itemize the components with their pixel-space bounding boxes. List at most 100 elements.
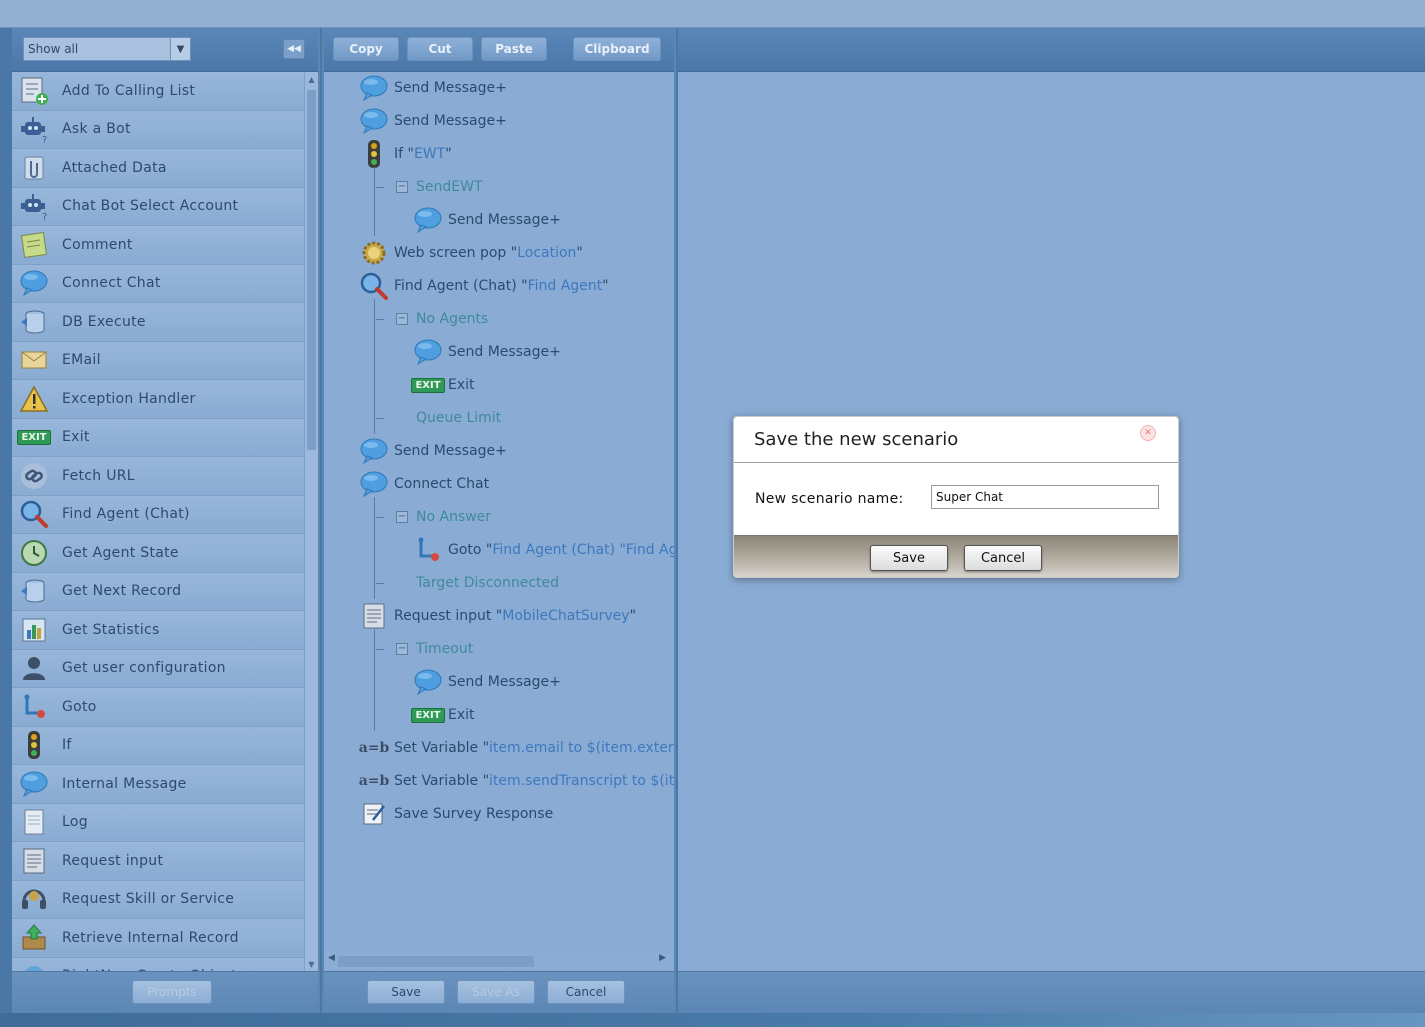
palette-item-label: Get user configuration [62,660,226,677]
save-as-button[interactable]: Save As [457,980,535,1004]
tree-node[interactable]: EXIT Exit [411,700,475,730]
note-icon [12,230,56,260]
tree-node[interactable]: If " EWT " [358,139,452,169]
tree-node[interactable]: Send Message+ [412,667,561,697]
palette-item[interactable]: Request input [12,842,304,881]
scroll-left-arrow-icon[interactable]: ◀ [328,953,335,963]
palette-item[interactable]: Comment [12,226,304,265]
palette-item[interactable]: Retrieve Internal Record [12,919,304,958]
scroll-down-arrow-icon[interactable]: ▼ [305,957,318,971]
headset-icon [12,884,56,914]
palette-scrollbar[interactable]: ▲ ▼ [304,72,318,971]
palette-item[interactable]: Get user configuration [12,649,304,688]
tree-node[interactable]: Send Message+ [358,106,507,136]
palette-item[interactable]: Log [12,803,304,842]
tree-node[interactable]: a=b Set Variable " item.sendTranscript to … [358,766,674,796]
chevron-down-icon[interactable]: ▼ [170,38,190,60]
palette-item[interactable]: Connect Chat [12,264,304,303]
palette-item[interactable]: Get Next Record [12,572,304,611]
scroll-thumb[interactable] [338,956,534,967]
tree-connector [374,299,375,434]
tree-node[interactable]: Send Message+ [412,205,561,235]
tree-branch[interactable]: − Timeout [396,634,473,664]
palette-item-label: Request input [62,852,164,869]
speech-bubble-icon [358,106,390,136]
palette-item[interactable]: ? Chat Bot Select Account [12,187,304,226]
palette-item[interactable]: Goto [12,688,304,727]
exit-icon: EXIT [12,429,56,445]
node-argument: MobileChatSurvey [502,608,630,624]
scroll-right-arrow-icon[interactable]: ▶ [659,953,666,963]
survey-icon [358,799,390,829]
tree-footer: Save Save As Cancel [324,971,674,1013]
tree-node[interactable]: Connect Chat [358,469,489,499]
palette-item[interactable]: ? Ask a Bot [12,110,304,149]
tree-node[interactable]: Send Message+ [358,73,507,103]
dialog-save-button[interactable]: Save [870,545,948,571]
palette-item[interactable]: Get Agent State [12,534,304,573]
scroll-thumb[interactable] [307,90,316,450]
collapse-toggle-icon[interactable]: − [396,511,408,523]
palette-item[interactable]: Exception Handler [12,380,304,419]
palette-item[interactable]: Add To Calling List [12,72,304,111]
prompts-button[interactable]: Prompts [132,980,212,1004]
palette-item-label: Goto [62,698,97,715]
collapse-toggle-icon[interactable]: − [396,313,408,325]
palette-item-label: Attached Data [62,159,167,176]
tree-node[interactable]: Send Message+ [412,337,561,367]
scroll-up-arrow-icon[interactable]: ▲ [305,72,318,86]
dialog-cancel-button[interactable]: Cancel [964,545,1042,571]
palette-item-label: Retrieve Internal Record [62,929,239,946]
cancel-button[interactable]: Cancel [547,980,625,1004]
paste-button[interactable]: Paste [481,37,547,61]
palette-item-label: DB Execute [62,313,146,330]
tree-node[interactable]: Goto " Find Agent (Chat) "Find Ag [412,535,674,565]
tree-horizontal-scrollbar[interactable]: ◀ ▶ [326,953,672,969]
tree-branch[interactable]: Queue Limit [396,403,501,433]
copy-button[interactable]: Copy [333,37,399,61]
tree-branch[interactable]: − No Answer [396,502,491,532]
clipboard-button[interactable]: Clipboard [573,37,661,61]
tree-node[interactable]: Web screen pop " Location " [358,238,583,268]
node-label: If " [394,146,414,162]
tree-node[interactable]: Find Agent (Chat) " Find Agent " [358,271,609,301]
tree-node[interactable]: Send Message+ [358,436,507,466]
tree-node[interactable]: Save Survey Response [358,799,553,829]
palette-item[interactable]: Attached Data [12,149,304,188]
close-icon[interactable]: ✕ [1140,425,1156,441]
palette-item[interactable]: RightNow Create Object [12,957,304,971]
filter-select[interactable]: Show all ▼ [23,37,191,61]
tree-node[interactable]: EXIT Exit [411,370,475,400]
collapse-panel-button[interactable]: ◀◀ [283,39,305,59]
node-label: Set Variable " [394,773,490,789]
properties-footer [678,971,1425,1013]
collapse-toggle-icon[interactable]: − [396,643,408,655]
node-argument: Find Agent (Chat) "Find Ag [492,542,674,558]
palette-item[interactable]: Find Agent (Chat) [12,495,304,534]
traffic-light-icon [12,730,56,760]
tree-connector [374,497,375,599]
tree-branch[interactable]: − No Agents [396,304,488,334]
tree-branch[interactable]: − SendEWT [396,172,483,202]
palette-item[interactable]: Internal Message [12,765,304,804]
save-button[interactable]: Save [367,980,445,1004]
tree-node[interactable]: Request input " MobileChatSurvey " [358,601,636,631]
tree-node[interactable]: a=b Set Variable " item.email to $(item.ex… [358,733,674,763]
palette-item[interactable]: EMail [12,341,304,380]
collapse-toggle-icon[interactable]: − [396,181,408,193]
palette-item[interactable]: Request Skill or Service [12,880,304,919]
palette-item-label: Ask a Bot [62,121,131,138]
palette-item[interactable]: DB Execute [12,303,304,342]
palette-item-label: Chat Bot Select Account [62,198,239,215]
speech-bubble-icon [412,667,444,697]
node-label: Goto " [448,542,493,558]
cut-button[interactable]: Cut [407,37,473,61]
scenario-name-input[interactable] [931,485,1159,509]
palette-item[interactable]: If [12,726,304,765]
palette-item[interactable]: Get Statistics [12,611,304,650]
palette-item[interactable]: Fetch URL [12,457,304,496]
node-label: Send Message+ [448,674,561,690]
tree-branch[interactable]: Target Disconnected [396,568,559,598]
node-label: Find Agent (Chat) " [394,278,528,294]
palette-item[interactable]: EXIT Exit [12,418,304,457]
